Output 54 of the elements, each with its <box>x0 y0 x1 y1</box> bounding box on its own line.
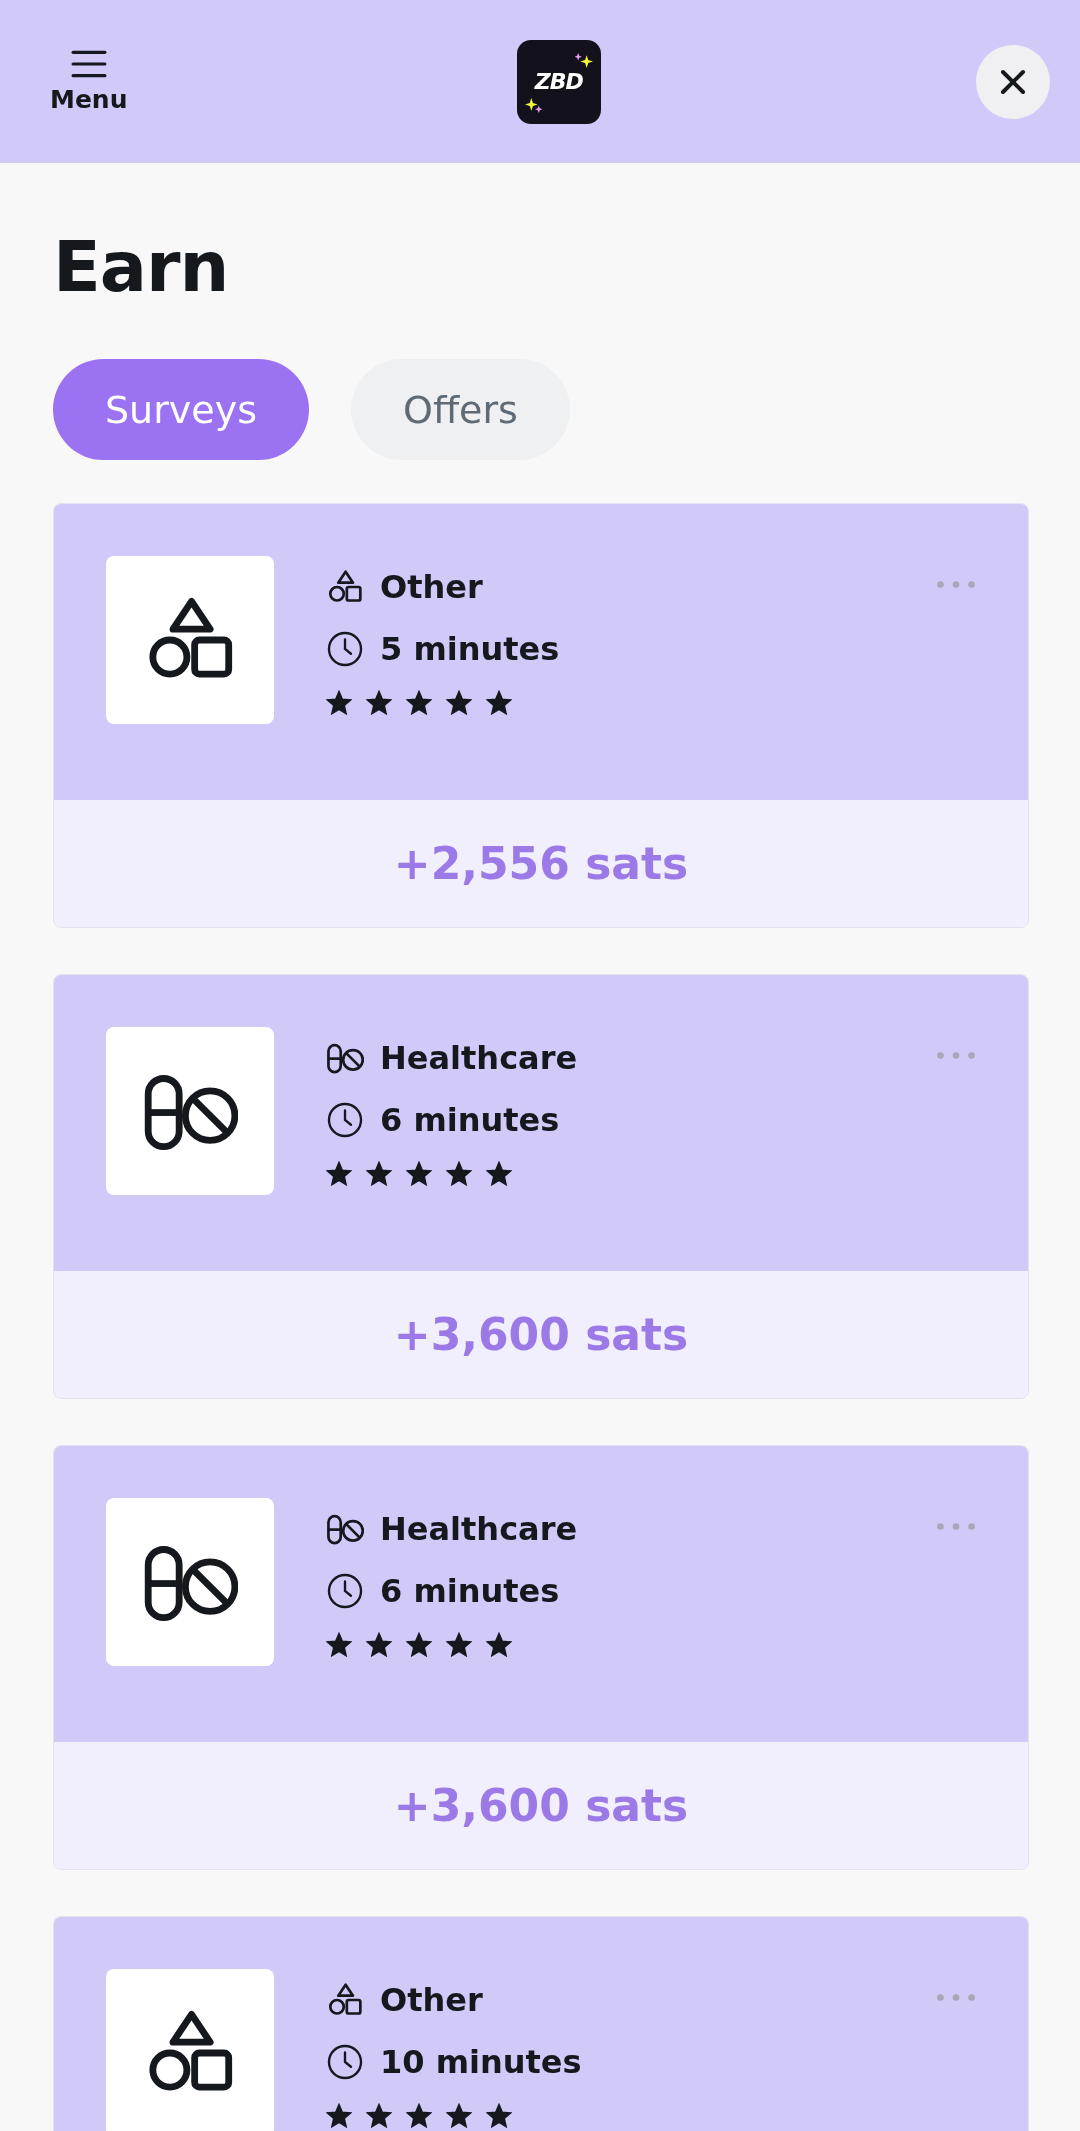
category-label: Other <box>380 568 483 606</box>
more-icon <box>936 1993 976 2002</box>
tab[interactable]: Offers <box>351 359 570 460</box>
star-icon <box>446 2103 472 2128</box>
menu-icon <box>70 49 107 79</box>
star-icon <box>326 690 352 715</box>
more-options-button[interactable] <box>936 1993 976 2002</box>
reward-amount: +3,600 sats <box>393 1780 689 1831</box>
star-icon <box>486 2103 512 2128</box>
star-icon <box>446 1161 472 1186</box>
duration-label: 6 minutes <box>380 1101 560 1139</box>
star-icon <box>486 1632 512 1657</box>
reward-amount: +2,556 sats <box>393 838 689 889</box>
category-label: Healthcare <box>380 1039 578 1077</box>
more-options-button[interactable] <box>936 580 976 589</box>
star-icon <box>326 1161 352 1186</box>
star-icon <box>486 690 512 715</box>
category-label: Other <box>380 1981 483 2019</box>
star-icon <box>406 690 432 715</box>
reward-amount: +3,600 sats <box>393 1309 689 1360</box>
more-icon <box>936 1051 976 1060</box>
survey-card[interactable]: Other 5 minutes +2,556 sats <box>53 503 1029 928</box>
menu-button[interactable]: Menu <box>50 49 128 114</box>
star-icon <box>446 1632 472 1657</box>
more-options-button[interactable] <box>936 1051 976 1060</box>
page-title: Earn <box>53 229 230 306</box>
star-icon <box>406 1632 432 1657</box>
close-icon <box>1000 68 1026 95</box>
duration-label: 5 minutes <box>380 630 560 668</box>
duration-label: 10 minutes <box>380 2043 582 2081</box>
category-label: Healthcare <box>380 1510 578 1548</box>
star-icon <box>326 2103 352 2128</box>
duration-label: 6 minutes <box>380 1572 560 1610</box>
survey-card[interactable]: Healthcare 6 minutes +3,600 sats <box>53 1445 1029 1870</box>
clock-icon <box>326 1572 364 1610</box>
clock-icon <box>326 630 364 668</box>
survey-card[interactable]: Healthcare 6 minutes +3,600 sats <box>53 974 1029 1399</box>
clock-icon <box>326 2043 364 2081</box>
app-logo: ZBD <box>516 39 601 124</box>
star-icon <box>366 1632 392 1657</box>
star-icon <box>326 1632 352 1657</box>
clock-icon <box>326 1101 364 1139</box>
star-icon <box>406 2103 432 2128</box>
more-icon <box>936 580 976 589</box>
star-icon <box>406 1161 432 1186</box>
survey-card[interactable]: Other 10 minutes <box>53 1916 1029 2131</box>
more-options-button[interactable] <box>936 1522 976 1531</box>
star-icon <box>366 690 392 715</box>
star-icon <box>486 1161 512 1186</box>
star-icon <box>366 1161 392 1186</box>
star-icon <box>366 2103 392 2128</box>
sparkle-icon <box>574 51 593 70</box>
star-icon <box>446 690 472 715</box>
more-icon <box>936 1522 976 1531</box>
